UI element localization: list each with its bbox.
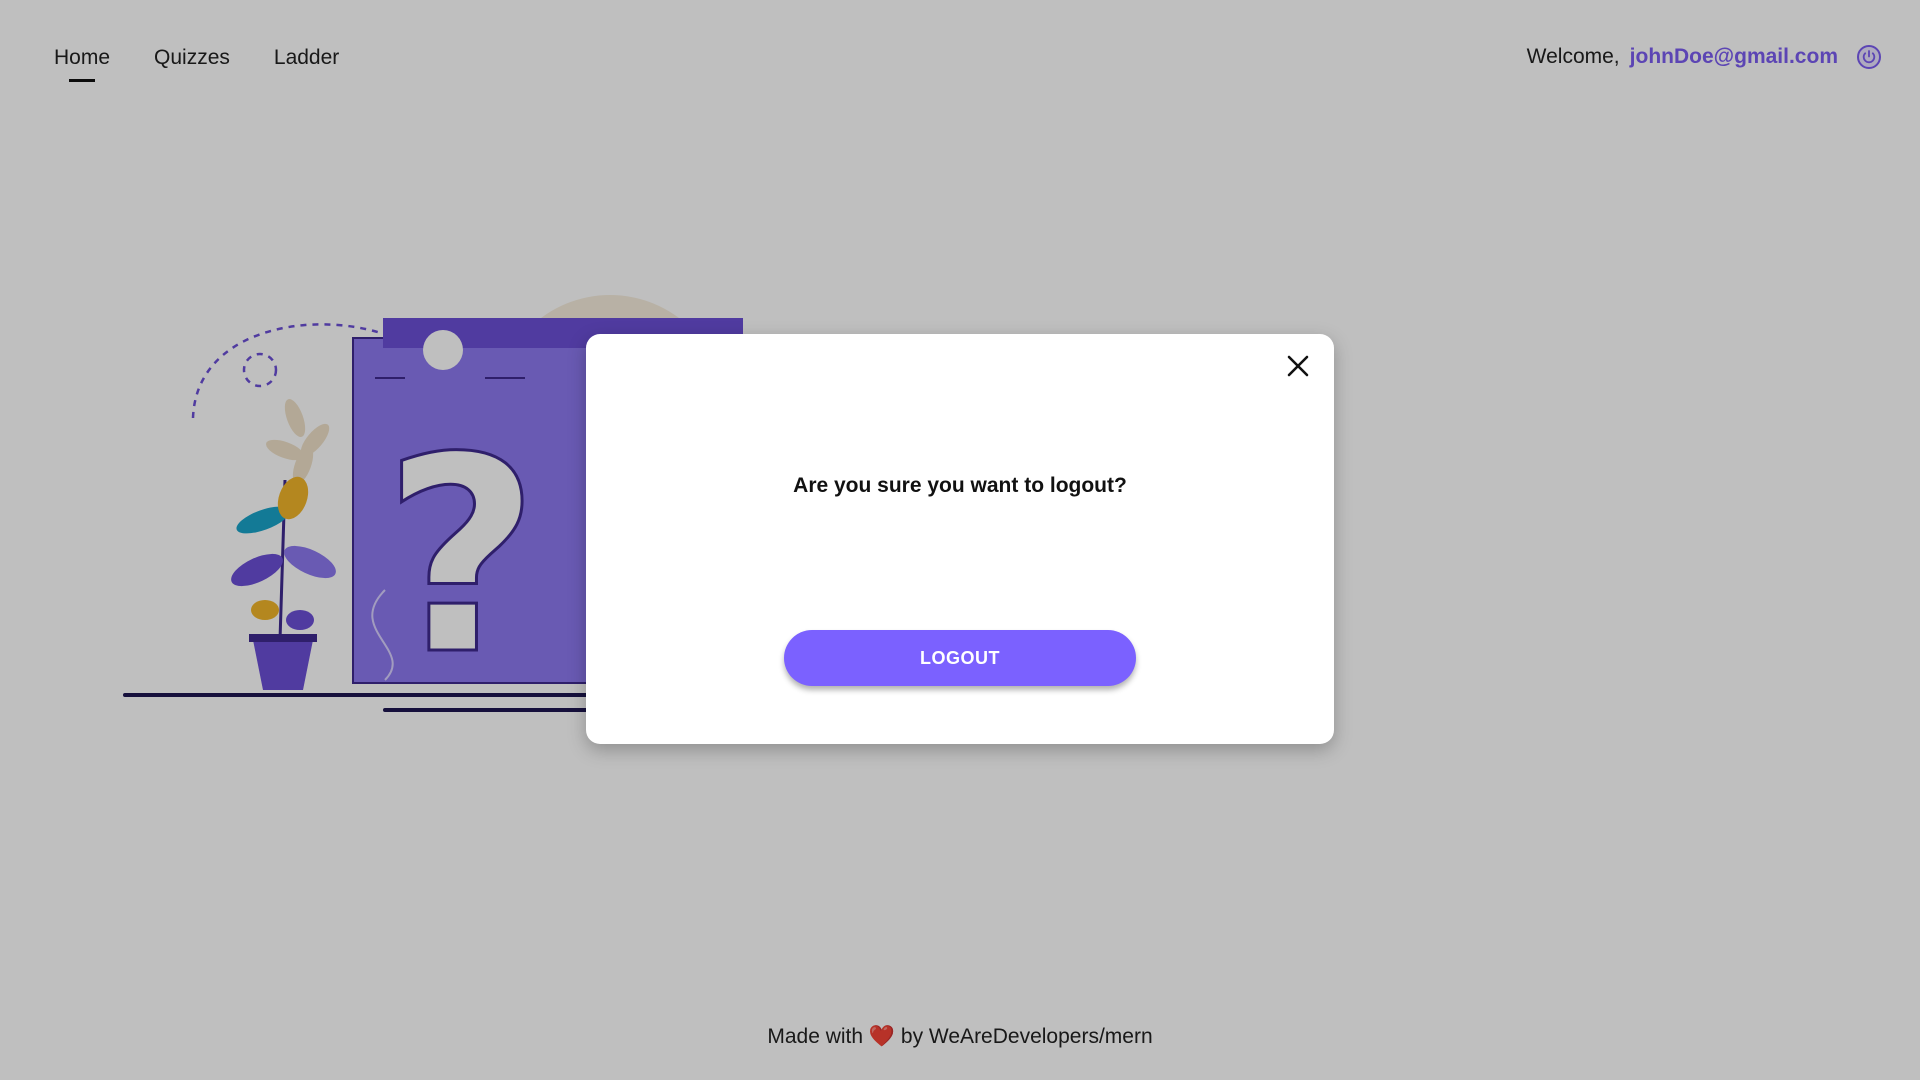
logout-button[interactable]: LOGOUT (784, 630, 1136, 686)
close-icon[interactable] (1284, 352, 1312, 380)
page: Home Quizzes Ladder Welcome, johnDoe@gma… (0, 0, 1920, 1080)
logout-modal: Are you sure you want to logout? LOGOUT (586, 334, 1334, 744)
logout-question: Are you sure you want to logout? (793, 474, 1127, 497)
